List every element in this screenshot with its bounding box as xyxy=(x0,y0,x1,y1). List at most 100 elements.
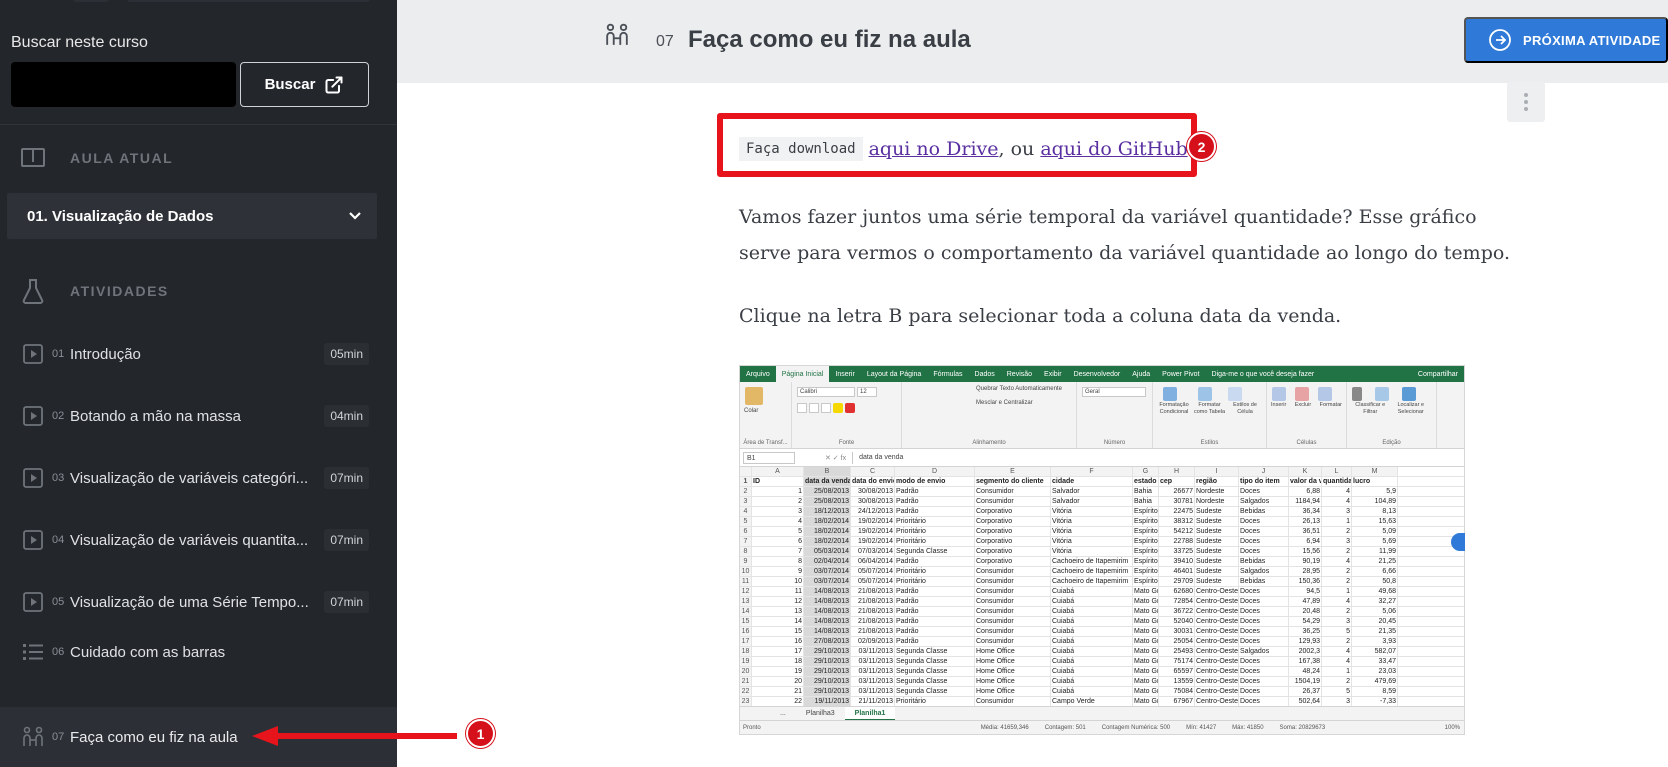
table-cell: Centro-Oeste xyxy=(1196,627,1239,636)
ribbon-group-label: Área de Transf... xyxy=(743,440,788,446)
paragraph-line: Vamos fazer juntos uma série temporal da… xyxy=(739,206,1477,228)
table-cell: 18 xyxy=(752,657,804,666)
table-cell: 49,68 xyxy=(1352,587,1398,596)
table-cell: região xyxy=(1195,477,1239,486)
table-cell: Centro-Oeste xyxy=(1196,597,1239,606)
search-input[interactable] xyxy=(11,62,236,107)
table-cell: Mato Grosso xyxy=(1133,667,1159,676)
table-cell: 32,27 xyxy=(1352,597,1398,606)
table-cell: 05/03/2014 xyxy=(804,547,851,556)
table-cell: 3 xyxy=(752,507,804,516)
table-cell: 8 xyxy=(752,557,804,566)
activities-section-header: ATIVIDADES xyxy=(22,278,169,304)
activity-title: Faça como eu fiz na aula xyxy=(70,728,238,746)
table-cell: E xyxy=(975,467,1051,476)
table-cell: Prioritário xyxy=(895,527,975,536)
search-button[interactable]: Buscar xyxy=(240,62,369,107)
paste-label: Colar xyxy=(744,408,759,414)
activity-item[interactable]: 02 Botando a mão na massa 04min xyxy=(0,388,397,444)
excel-menu-item: Desenvolvedor xyxy=(1073,370,1121,378)
table-cell: 2 xyxy=(1322,567,1352,576)
ribbon-group-label: Estilos xyxy=(1200,440,1219,446)
activity-item[interactable]: 01 Introdução 05min xyxy=(0,326,397,382)
table-cell: Corporativo xyxy=(975,517,1051,526)
name-box: B1 xyxy=(743,451,795,464)
insert-label: Inserir xyxy=(1271,402,1287,408)
formula-value: data da venda xyxy=(852,451,1464,464)
table-cell: 24/12/2013 xyxy=(851,507,895,516)
table-cell: 1 xyxy=(1322,667,1352,676)
table-cell: Home Office xyxy=(975,657,1051,666)
more-options-button[interactable] xyxy=(1507,82,1545,122)
table-cell: Espírito Santo xyxy=(1134,567,1159,576)
floating-widget[interactable] xyxy=(1451,533,1465,551)
people-icon xyxy=(606,23,628,45)
activity-item[interactable]: 04 Visualização de variáveis quantita...… xyxy=(0,512,397,568)
table-cell: Cuiabá xyxy=(1051,627,1133,636)
table-cell: 36722 xyxy=(1159,607,1195,616)
table-cell: Doces xyxy=(1239,587,1289,596)
find-icon xyxy=(1402,387,1416,401)
table-cell: Consumidor xyxy=(975,627,1051,636)
activity-item[interactable]: 03 Visualização de variáveis categóri...… xyxy=(0,450,397,506)
table-cell: -7,33 xyxy=(1352,697,1398,706)
table-cell: K xyxy=(1289,467,1322,476)
table-cell: 20,45 xyxy=(1352,617,1398,626)
table-cell: 72854 xyxy=(1159,597,1195,606)
table-row: 7 6 18/02/2014 19/02/2014 Prioritário Corpora… xyxy=(740,537,1464,547)
table-cell: 3,93 xyxy=(1352,637,1398,646)
font-name-box: Calibri xyxy=(797,387,855,397)
row-number xyxy=(740,467,752,476)
spreadsheet-grid: A B C D E F G H I J K L M 1 ID data da venda data do env… xyxy=(740,467,1464,707)
table-cell: segmento do cliente xyxy=(975,477,1051,486)
excel-menu-bar: Arquivo Página Inicial Inserir Layout da Pá… xyxy=(740,366,1464,382)
table-cell: Padrão xyxy=(895,617,975,626)
sidebar-divider xyxy=(0,124,397,125)
excel-menu-item: Diga-me o que você deseja fazer xyxy=(1211,370,1315,378)
ribbon-group: Inserir Excluir Formatar Células xyxy=(1267,382,1347,448)
row-number: 3 xyxy=(740,497,752,506)
table-cell: 30781 xyxy=(1159,497,1195,506)
activity-item[interactable]: 05 Visualização de uma Série Tempo... 07… xyxy=(0,574,397,630)
row-number: 4 xyxy=(740,507,752,516)
table-cell: 16 xyxy=(752,637,804,646)
table-cell: 13559 xyxy=(1159,677,1195,686)
ribbon-group: Calibri 12 Fonte xyxy=(792,382,902,448)
font-size-box: 12 xyxy=(857,387,877,397)
next-activity-label: PRÓXIMA ATIVIDADE xyxy=(1523,32,1661,48)
table-cell: Mato Grosso xyxy=(1133,697,1159,706)
font-buttons xyxy=(796,402,897,414)
course-select[interactable]: 01. Visualização de Dados xyxy=(7,193,377,239)
table-cell: 13 xyxy=(752,607,804,616)
sheet-tabs: ... Planilha3 Planilha1 xyxy=(740,706,1464,721)
paragraph: Clique na letra B para selecionar toda a… xyxy=(739,305,1342,327)
table-cell: 15 xyxy=(752,627,804,636)
ribbon-group-label: Edição xyxy=(1382,440,1401,446)
sidebar: Buscar neste curso Buscar AULA ATUAL 01.… xyxy=(0,0,397,767)
table-cell: 29709 xyxy=(1159,577,1195,586)
table-cell: Segunda Classe xyxy=(895,667,975,676)
activity-item[interactable]: 06 Cuidado com as barras xyxy=(0,624,397,680)
table-cell: 6,88 xyxy=(1289,487,1322,496)
table-cell: 28,95 xyxy=(1289,567,1322,576)
table-cell: Espírito Santo xyxy=(1134,577,1159,586)
table-row: 4 3 18/12/2013 24/12/2013 Padrão Corporativo V… xyxy=(740,507,1464,517)
table-cell: 104,89 xyxy=(1352,497,1398,506)
table-cell: 14/08/2013 xyxy=(804,587,851,596)
course-select-value: 01. Visualização de Dados xyxy=(27,207,214,225)
row-number: 11 xyxy=(740,577,752,586)
table-cell: 129,93 xyxy=(1289,637,1322,646)
table-cell: 29/10/2013 xyxy=(804,687,851,696)
table-cell: Sudeste xyxy=(1195,577,1239,586)
activity-number: 04 xyxy=(52,534,65,546)
merge-center-label: Mesclar e Centralizar xyxy=(976,400,1033,406)
list-icon xyxy=(22,641,44,663)
activity-duration: 07min xyxy=(324,467,369,489)
play-icon xyxy=(22,529,44,551)
activity-number: 07 xyxy=(52,731,65,743)
table-cell: 52040 xyxy=(1159,617,1195,626)
next-activity-button[interactable]: PRÓXIMA ATIVIDADE xyxy=(1464,17,1668,63)
table-cell: Salvador xyxy=(1051,497,1133,506)
format-cells-icon xyxy=(1318,387,1332,401)
status-item: Soma: 20829673 xyxy=(1279,724,1326,731)
